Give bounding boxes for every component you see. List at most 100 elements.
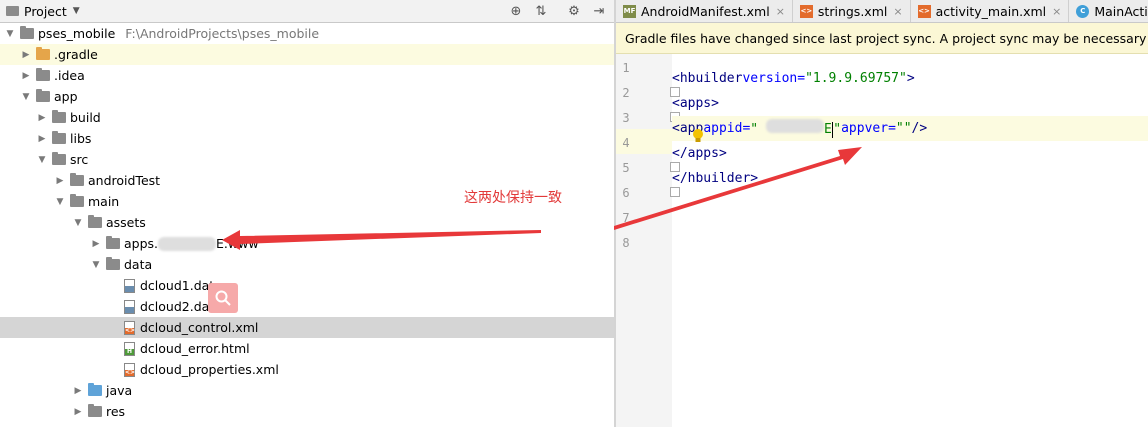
target-icon[interactable]: ⊕ bbox=[507, 2, 525, 20]
project-toolbar: Project ▼ ⊕ ⇅ ⚙ ⇥ bbox=[0, 0, 614, 23]
tree-item[interactable]: ▼ pses_mobile F:\AndroidProjects\pses_mobi… bbox=[0, 23, 614, 44]
chevron-right-icon[interactable]: ▶ bbox=[72, 385, 84, 397]
text-caret bbox=[831, 121, 834, 138]
tree-item[interactable]: ▼ data bbox=[0, 254, 614, 275]
editor-gutter: 1 2 3 4 5 6 7 8 bbox=[616, 54, 680, 427]
folder-icon bbox=[6, 6, 19, 16]
tree-item-label: data bbox=[124, 257, 153, 272]
tree-item[interactable]: ▶ .gradle bbox=[0, 44, 614, 65]
chevron-right-icon[interactable]: ▶ bbox=[20, 49, 32, 61]
line-number: 2 bbox=[622, 86, 630, 100]
tree-item[interactable]: ▶ .idea bbox=[0, 65, 614, 86]
chevron-down-icon[interactable]: ▼ bbox=[54, 196, 66, 208]
code-line-2[interactable]: <hbuilder version = "1.9.9.69757" > bbox=[672, 66, 1148, 91]
folder-icon bbox=[70, 194, 84, 207]
tree-item[interactable]: ▼ app bbox=[0, 86, 614, 107]
tree-item-label: .idea bbox=[54, 68, 85, 83]
chevron-right-icon[interactable]: ▶ bbox=[54, 175, 66, 187]
annotation-text: 这两处保持一致 bbox=[464, 190, 562, 206]
tree-item[interactable]: <> dcloud_control.xml bbox=[0, 317, 614, 338]
chevron-right-icon[interactable]: ▶ bbox=[72, 406, 84, 418]
tree-item[interactable]: Hdcloud_error.html bbox=[0, 338, 614, 359]
tree-item-label: dcloud_control.xml bbox=[140, 320, 259, 335]
editor-tabs: MF AndroidManifest.xml × <> strings.xml × <> ac… bbox=[616, 0, 1148, 23]
folder-icon bbox=[52, 131, 66, 144]
code-line-5[interactable]: </apps> bbox=[672, 141, 1148, 166]
xml-icon: <> bbox=[917, 4, 931, 18]
gradle-sync-banner: Gradle files have changed since last pro… bbox=[616, 23, 1148, 54]
line-number: 7 bbox=[622, 211, 630, 225]
code-attr: appid bbox=[703, 121, 743, 136]
folder-res-icon bbox=[88, 404, 102, 417]
redacted-appid bbox=[765, 119, 824, 134]
tree-item[interactable]: dcloud1.dat bbox=[0, 275, 614, 296]
search-icon bbox=[208, 283, 238, 313]
chevron-down-icon[interactable]: ▼ bbox=[4, 28, 16, 40]
close-icon[interactable]: × bbox=[893, 5, 902, 18]
tab-label: strings.xml bbox=[817, 3, 888, 19]
folder-icon bbox=[106, 236, 120, 249]
editor-panel: MF AndroidManifest.xml × <> strings.xml × <> ac… bbox=[616, 0, 1148, 427]
tab-activity-main-xml[interactable]: <> activity_main.xml × bbox=[911, 0, 1070, 22]
tree-item[interactable]: ▶ libs bbox=[0, 128, 614, 149]
chevron-down-icon[interactable]: ▼ bbox=[90, 259, 102, 271]
code-line-6[interactable]: </hbuilder> bbox=[672, 166, 1148, 191]
tree-item[interactable]: dcloud2.dat bbox=[0, 296, 614, 317]
tab-strings-xml[interactable]: <> strings.xml × bbox=[793, 0, 911, 22]
chevron-right-icon[interactable]: ▶ bbox=[36, 133, 48, 145]
tree-item[interactable]: ▶ apps. E.www bbox=[0, 233, 614, 254]
lightbulb-icon[interactable] bbox=[692, 128, 704, 144]
code-line-4[interactable]: <app appid = " E " appver = ""/> bbox=[672, 116, 1148, 141]
tree-item-path: F:\AndroidProjects\pses_mobile bbox=[125, 26, 320, 41]
code-area[interactable]: <hbuilder version = "1.9.9.69757" > <apps> … bbox=[672, 54, 1148, 427]
tree-item[interactable]: ▼ src bbox=[0, 149, 614, 170]
chevron-down-icon[interactable]: ▼ bbox=[20, 91, 32, 103]
tree-item-label: dcloud_properties.xml bbox=[140, 362, 279, 377]
folder-res-icon bbox=[88, 215, 102, 228]
project-view-selector[interactable]: Project ▼ bbox=[0, 0, 80, 22]
collapse-icon[interactable]: ⇅ bbox=[532, 2, 550, 20]
tree-item[interactable]: ▶ build bbox=[0, 107, 614, 128]
close-icon[interactable]: × bbox=[1052, 5, 1061, 18]
code-attr: version bbox=[742, 71, 798, 86]
tab-label: MainActivity.ja bbox=[1094, 3, 1148, 19]
gear-icon[interactable]: ⚙ bbox=[565, 2, 583, 20]
tree-item-label: libs bbox=[70, 131, 92, 146]
banner-text: Gradle files have changed since last pro… bbox=[625, 30, 1148, 46]
tab-androidmanifest-xml[interactable]: MF AndroidManifest.xml × bbox=[616, 0, 793, 22]
code-value: 1.9.9.69757 bbox=[812, 71, 899, 86]
close-icon[interactable]: × bbox=[776, 5, 785, 18]
chevron-down-icon[interactable]: ▼ bbox=[73, 6, 80, 16]
tree-item-label: app bbox=[54, 89, 78, 104]
chevron-right-icon[interactable]: ▶ bbox=[20, 70, 32, 82]
tree-item-suffix: E.www bbox=[216, 236, 259, 251]
file-dat-icon bbox=[124, 278, 135, 293]
chevron-right-icon[interactable]: ▶ bbox=[90, 238, 102, 250]
code-tag: /apps bbox=[679, 146, 719, 161]
line-number: 8 bbox=[622, 236, 630, 250]
line-number: 1 bbox=[622, 61, 630, 75]
tree-item-label: androidTest bbox=[88, 173, 161, 188]
tree-item-label: build bbox=[70, 110, 101, 125]
tab-label: activity_main.xml bbox=[935, 3, 1047, 19]
hide-icon[interactable]: ⇥ bbox=[590, 2, 608, 20]
tree-item[interactable]: <> dcloud_properties.xml bbox=[0, 359, 614, 380]
tree-item-label: pses_mobile bbox=[38, 26, 116, 41]
tree-item[interactable]: ▼ assets bbox=[0, 212, 614, 233]
tree-item[interactable]: ▶ java bbox=[0, 380, 614, 401]
chevron-down-icon[interactable]: ▼ bbox=[72, 217, 84, 229]
folder-blue-icon bbox=[88, 383, 102, 396]
project-title: Project bbox=[24, 3, 67, 19]
tree-item[interactable]: ▶ res bbox=[0, 401, 614, 422]
chevron-down-icon[interactable]: ▼ bbox=[36, 154, 48, 166]
class-icon: C bbox=[1076, 4, 1090, 18]
tab-mainactivity-ja[interactable]: C MainActivity.ja bbox=[1069, 0, 1148, 22]
chevron-right-icon[interactable]: ▶ bbox=[36, 112, 48, 124]
code-line-3[interactable]: <apps> bbox=[672, 91, 1148, 116]
tree-item-label: .gradle bbox=[54, 47, 98, 62]
tree-item-label: java bbox=[106, 383, 133, 398]
